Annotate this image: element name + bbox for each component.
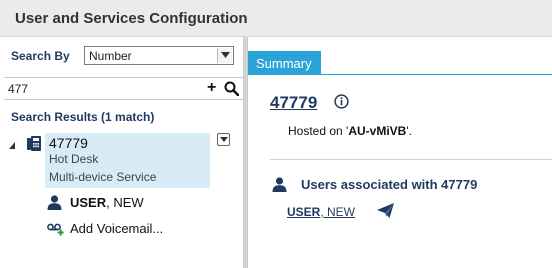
voicemail-add-icon	[47, 223, 65, 239]
tab-strip-line	[248, 74, 552, 75]
search-by-label: Search By	[11, 49, 70, 63]
add-voicemail-item[interactable]: Add Voicemail...	[70, 221, 163, 236]
hosted-name: AU-vMiVB	[348, 124, 407, 138]
associated-user-link[interactable]: USER, NEW	[287, 205, 355, 219]
tree-user-first: , NEW	[106, 195, 144, 210]
tree-node-selected[interactable]: 47779 Hot Desk Multi-device Service	[45, 133, 210, 188]
search-results-label: Search Results (1 match)	[11, 110, 155, 124]
user-icon	[47, 195, 62, 213]
hosted-on-text: Hosted on 'AU-vMiVB'.	[288, 124, 412, 138]
search-bar: 477 +	[4, 77, 244, 100]
window-title: User and Services Configuration	[15, 10, 248, 27]
hosted-suffix: '.	[406, 124, 412, 138]
tree-node-service: Multi-device Service	[49, 170, 157, 184]
associated-user-first: , NEW	[320, 205, 356, 219]
divider-line	[270, 159, 552, 160]
tree-user-item[interactable]: USER, NEW	[70, 195, 144, 210]
tab-summary[interactable]: Summary	[248, 51, 321, 75]
caret-expanded-icon[interactable]	[9, 138, 15, 152]
hosted-prefix: Hosted on '	[288, 124, 349, 138]
search-by-value: Number	[89, 49, 132, 63]
send-icon[interactable]	[377, 203, 394, 221]
users-associated-title: Users associated with 47779	[301, 177, 478, 192]
tree-node-number: 47779	[49, 135, 88, 151]
info-icon[interactable]	[334, 94, 349, 112]
associated-user-last: USER	[287, 205, 321, 219]
summary-number-link[interactable]: 47779	[270, 93, 317, 113]
title-bar: User and Services Configuration	[0, 0, 552, 37]
tab-summary-label: Summary	[256, 56, 312, 71]
search-input[interactable]: 477	[8, 82, 28, 96]
plus-icon[interactable]: +	[207, 79, 216, 97]
right-panel: Summary 47779 Hosted on 'AU-vMiVB'. User…	[248, 37, 552, 268]
phone-icon	[27, 135, 41, 154]
tree-user-last: USER	[70, 195, 107, 210]
left-panel: Search By Number 477 + Search Results (1…	[0, 37, 244, 268]
search-icon[interactable]	[224, 81, 240, 99]
search-by-select[interactable]: Number	[84, 46, 234, 65]
tree-node-type: Hot Desk	[49, 152, 99, 166]
users-icon	[272, 177, 287, 195]
node-menu-button[interactable]	[217, 133, 230, 146]
chevron-down-icon[interactable]	[217, 48, 232, 63]
